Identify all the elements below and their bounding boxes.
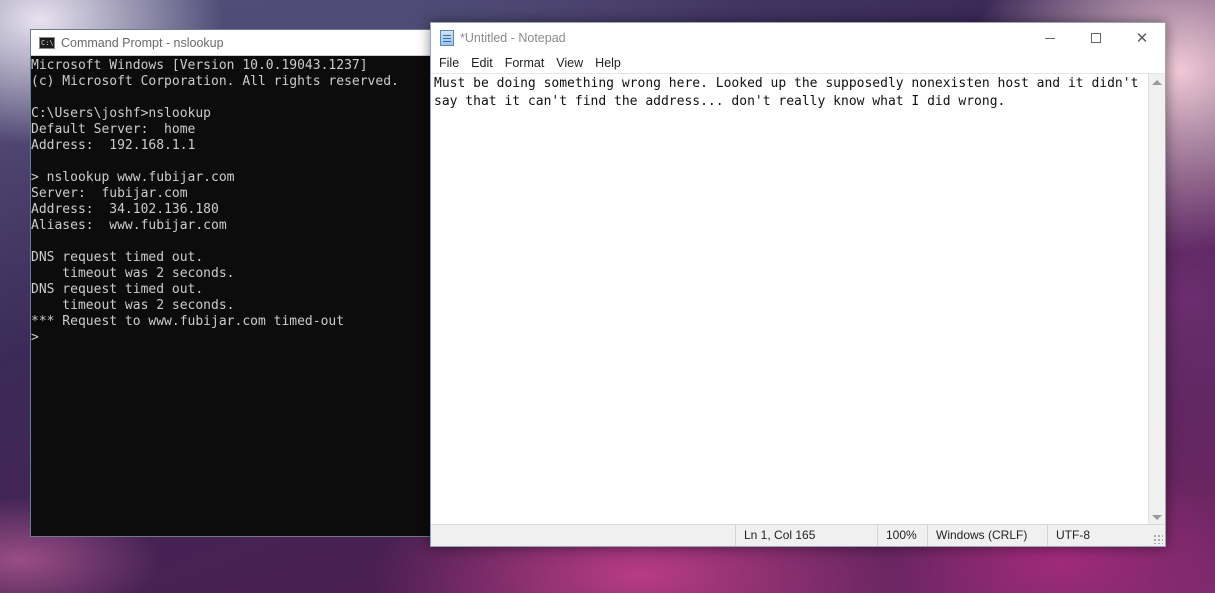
console-line: *** Request to www.fubijar.com timed-out	[31, 314, 345, 329]
close-button[interactable]: ✕	[1119, 23, 1165, 53]
maximize-button[interactable]	[1073, 23, 1119, 53]
cmd-titlebar[interactable]: C:\ Command Prompt - nslookup	[31, 30, 449, 56]
menu-format[interactable]: Format	[499, 53, 551, 73]
console-line: DNS request timed out.	[31, 282, 204, 297]
status-encoding: UTF-8	[1047, 525, 1165, 546]
console-line: Address: 192.168.1.1	[31, 138, 196, 153]
scroll-up-arrow-icon[interactable]	[1152, 80, 1162, 85]
notepad-icon	[440, 30, 454, 46]
notepad-menubar: File Edit Format View Help	[431, 53, 1165, 73]
minimize-button[interactable]	[1027, 23, 1073, 53]
menu-edit[interactable]: Edit	[465, 53, 499, 73]
console-line: Address: 34.102.136.180	[31, 202, 219, 217]
console-line: Default Server: home	[31, 122, 196, 137]
resize-grip-icon[interactable]	[1153, 534, 1163, 544]
console-line: Microsoft Windows [Version 10.0.19043.12…	[31, 58, 368, 73]
notepad-status-bar: Ln 1, Col 165 100% Windows (CRLF) UTF-8	[431, 524, 1165, 546]
scroll-down-arrow-icon[interactable]	[1152, 515, 1162, 520]
console-line: Server: fubijar.com	[31, 186, 188, 201]
notepad-window[interactable]: *Untitled - Notepad ✕ File Edit Format V…	[430, 22, 1166, 547]
minimize-icon	[1045, 37, 1055, 39]
console-line: Aliases: www.fubijar.com	[31, 218, 227, 233]
console-line: (c) Microsoft Corporation. All rights re…	[31, 74, 399, 89]
cmd-window-title: Command Prompt - nslookup	[61, 35, 224, 50]
status-line-ending: Windows (CRLF)	[927, 525, 1047, 546]
menu-file[interactable]: File	[433, 53, 465, 73]
console-line: DNS request timed out.	[31, 250, 204, 265]
notepad-titlebar[interactable]: *Untitled - Notepad ✕	[431, 23, 1165, 53]
console-line: >	[31, 330, 39, 345]
menu-help[interactable]: Help	[589, 53, 627, 73]
console-line: > nslookup www.fubijar.com	[31, 170, 235, 185]
vertical-scrollbar[interactable]	[1148, 74, 1165, 526]
notepad-text-area[interactable]: Must be doing something wrong here. Look…	[431, 73, 1165, 526]
notepad-text-content[interactable]: Must be doing something wrong here. Look…	[434, 75, 1149, 111]
console-line: C:\Users\joshf>nslookup	[31, 106, 212, 121]
console-line: timeout was 2 seconds.	[31, 298, 235, 313]
console-line: timeout was 2 seconds.	[31, 266, 235, 281]
close-icon: ✕	[1135, 29, 1149, 47]
command-prompt-window[interactable]: C:\ Command Prompt - nslookup Microsoft …	[30, 29, 450, 537]
notepad-window-title: *Untitled - Notepad	[460, 31, 566, 45]
status-cursor-position: Ln 1, Col 165	[735, 525, 877, 546]
maximize-icon	[1091, 33, 1101, 43]
cmd-icon: C:\	[39, 36, 55, 49]
status-zoom: 100%	[877, 525, 927, 546]
cmd-console-output[interactable]: Microsoft Windows [Version 10.0.19043.12…	[31, 56, 449, 346]
menu-view[interactable]: View	[550, 53, 589, 73]
